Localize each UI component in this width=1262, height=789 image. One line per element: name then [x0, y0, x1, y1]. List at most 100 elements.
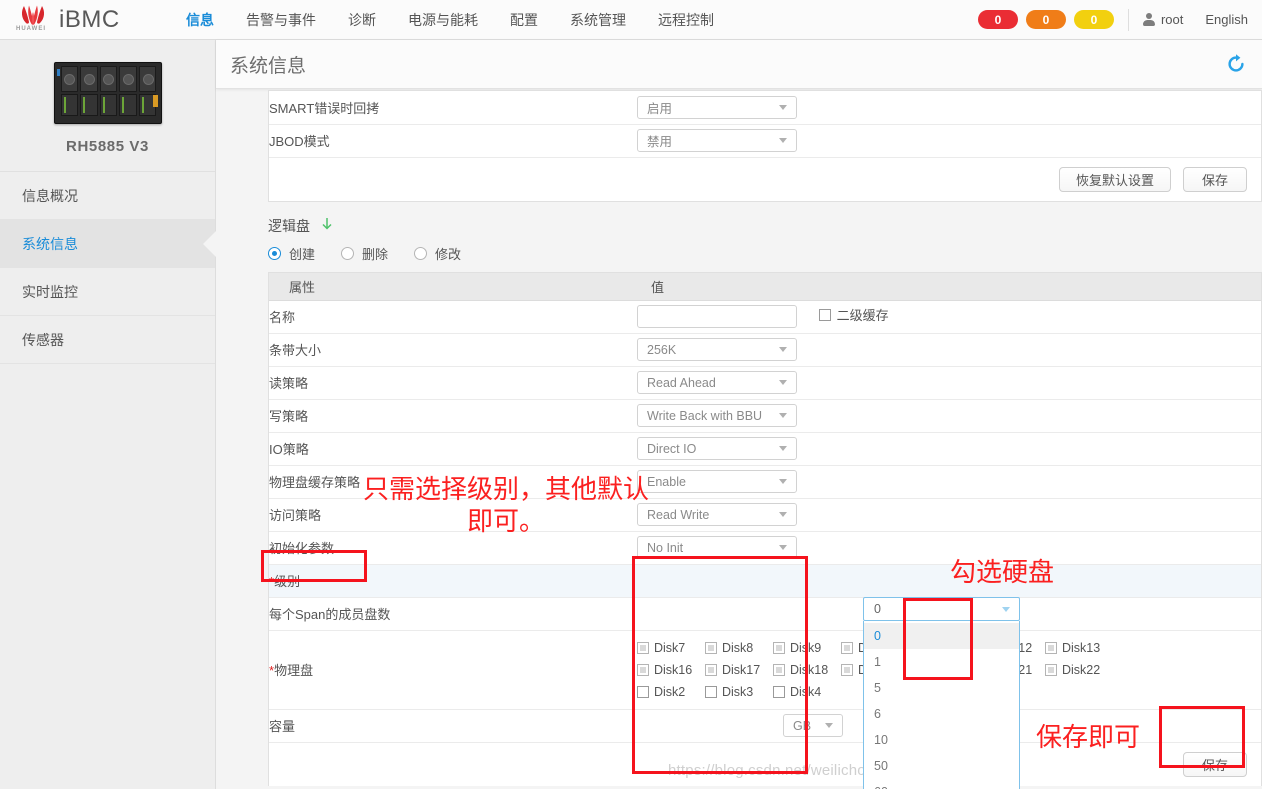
table-row: *级别 [269, 564, 1261, 598]
nav-item-remote-control[interactable]: 远程控制 [642, 0, 730, 40]
checkbox-icon [705, 641, 717, 654]
capacity-unit-value: GB [793, 718, 812, 733]
init-param-select[interactable]: No Init [637, 536, 797, 559]
checkbox-icon [637, 641, 649, 654]
refresh-icon[interactable] [1224, 52, 1248, 76]
io-policy-value: Direct IO [647, 441, 697, 456]
user-name: root [1160, 12, 1184, 27]
disk-checkbox-disk8[interactable]: Disk8 [705, 641, 773, 655]
raid-level-option-60[interactable]: 60 [864, 779, 1019, 789]
read-policy-select[interactable]: Read Ahead [637, 371, 797, 394]
table-row: 名称 二级缓存 [269, 300, 1261, 334]
checkbox-icon [773, 663, 785, 676]
disk-cache-policy-select[interactable]: Enable [637, 470, 797, 493]
arrow-down-icon[interactable] [319, 216, 335, 236]
nav-item-alarms[interactable]: 告警与事件 [230, 0, 332, 40]
disk-checkbox-disk9[interactable]: Disk9 [773, 641, 841, 655]
badge-minor-count[interactable]: 0 [1073, 10, 1114, 29]
disk-checkbox-disk7[interactable]: Disk7 [637, 641, 705, 655]
raid-level-dropdown-open: 0 0 1 5 6 10 50 60 [863, 597, 1020, 789]
user-icon [1142, 13, 1155, 26]
radio-create[interactable]: 创建 [268, 244, 315, 263]
nav-item-power[interactable]: 电源与能耗 [392, 0, 494, 40]
secondary-cache-checkbox[interactable]: 二级缓存 [818, 305, 889, 324]
raid-level-option-5[interactable]: 5 [864, 675, 1019, 701]
disk-checkbox-disk16[interactable]: Disk16 [637, 663, 705, 677]
table-row: 初始化参数 No Init [269, 531, 1261, 565]
read-policy-label: 读策略 [269, 366, 637, 400]
name-input[interactable] [637, 305, 797, 328]
checkbox-icon [841, 641, 853, 654]
controller-save-button[interactable]: 保存 [1183, 166, 1247, 192]
raid-level-option-50[interactable]: 50 [864, 753, 1019, 779]
chevron-down-icon [779, 104, 787, 110]
restore-defaults-button[interactable]: 恢复默认设置 [1059, 166, 1171, 192]
disk-label: Disk9 [790, 640, 822, 655]
sidebar-item-sensor[interactable]: 传感器 [0, 316, 215, 364]
disk-checkbox-disk13[interactable]: Disk13 [1045, 641, 1113, 655]
table-row: JBOD模式 禁用 [269, 124, 1261, 158]
table-row-actions: 保存 [269, 742, 1261, 786]
scrollable-body: SMART错误时回拷 启用 JBOD模式 禁用 恢复默认设置 保存 逻辑盘 创建… [216, 90, 1262, 789]
logical-drive-panel: 属性 值 名称 二级缓存 条带大小 256K 读策略 Read Ahead 写策… [268, 272, 1262, 786]
radio-delete-indicator [341, 247, 355, 260]
logical-drive-title: 逻辑盘 [268, 218, 310, 234]
alarm-badges: 0 0 0 [977, 10, 1128, 29]
radio-modify[interactable]: 修改 [414, 244, 461, 263]
top-navigation-bar: HUAWEI iBMC 信息 告警与事件 诊断 电源与能耗 配置 系统管理 远程… [0, 0, 1262, 40]
badge-critical-count[interactable]: 0 [977, 10, 1018, 29]
smart-copyback-value: 启用 [647, 101, 673, 116]
radio-delete-label: 删除 [362, 247, 389, 262]
physical-disk-label-text: 物理盘 [274, 663, 314, 678]
chevron-down-icon [779, 446, 787, 451]
write-policy-select[interactable]: Write Back with BBU [637, 404, 797, 427]
chevron-down-icon [1002, 607, 1010, 612]
sidebar-item-overview[interactable]: 信息概况 [0, 172, 215, 220]
nav-item-config[interactable]: 配置 [494, 0, 554, 40]
stripe-size-select[interactable]: 256K [637, 338, 797, 361]
raid-level-label-text: 级别 [274, 574, 301, 589]
raid-level-option-6[interactable]: 6 [864, 701, 1019, 727]
disk-checkbox-disk2[interactable]: Disk2 [637, 685, 705, 699]
io-policy-select[interactable]: Direct IO [637, 437, 797, 460]
checkbox-icon [705, 685, 717, 698]
nav-item-diagnostics[interactable]: 诊断 [332, 0, 392, 40]
raid-level-option-0[interactable]: 0 [864, 623, 1019, 649]
disk-checkbox-disk4[interactable]: Disk4 [773, 685, 841, 699]
raid-level-option-1[interactable]: 1 [864, 649, 1019, 675]
table-row: *物理盘 Disk7 Disk8 Disk9 Disk10 Disk [269, 630, 1261, 710]
name-label: 名称 [269, 300, 637, 334]
nav-item-system-management[interactable]: 系统管理 [554, 0, 642, 40]
jbod-mode-select[interactable]: 禁用 [637, 129, 797, 152]
disk-checkbox-disk17[interactable]: Disk17 [705, 663, 773, 677]
product-name: iBMC [59, 5, 120, 33]
raid-level-select[interactable]: 0 [863, 597, 1020, 621]
disk-label: Disk3 [722, 684, 754, 699]
language-switch[interactable]: English [1205, 12, 1248, 27]
access-policy-select[interactable]: Read Write [637, 503, 797, 526]
nav-item-info[interactable]: 信息 [170, 0, 230, 40]
disk-label: Disk16 [654, 662, 693, 677]
logical-drive-section-header: 逻辑盘 [216, 202, 1262, 236]
chevron-down-icon [779, 347, 787, 352]
sidebar-item-realtime-monitor[interactable]: 实时监控 [0, 268, 215, 316]
checkbox-icon [773, 685, 785, 698]
disk-checkbox-disk22[interactable]: Disk22 [1045, 663, 1113, 677]
raid-level-option-10[interactable]: 10 [864, 727, 1019, 753]
user-menu[interactable]: root [1142, 12, 1184, 27]
capacity-unit-select[interactable]: GB [783, 714, 843, 737]
disk-checkbox-disk3[interactable]: Disk3 [705, 685, 773, 699]
smart-copyback-select[interactable]: 启用 [637, 95, 797, 119]
sidebar-item-system-info[interactable]: 系统信息 [0, 220, 216, 268]
radio-delete[interactable]: 删除 [341, 244, 388, 263]
server-thumbnail-image [53, 62, 162, 124]
radio-modify-label: 修改 [435, 247, 462, 262]
huawei-logo-icon: HUAWEI [14, 5, 52, 35]
logical-drive-save-button[interactable]: 保存 [1183, 751, 1247, 777]
radio-create-indicator [268, 247, 281, 260]
span-member-count-label: 每个Span的成员盘数 [269, 597, 637, 631]
jbod-mode-label: JBOD模式 [269, 124, 637, 158]
badge-major-count[interactable]: 0 [1025, 10, 1066, 29]
disk-checkbox-disk18[interactable]: Disk18 [773, 663, 841, 677]
disk-label: Disk22 [1062, 662, 1101, 677]
